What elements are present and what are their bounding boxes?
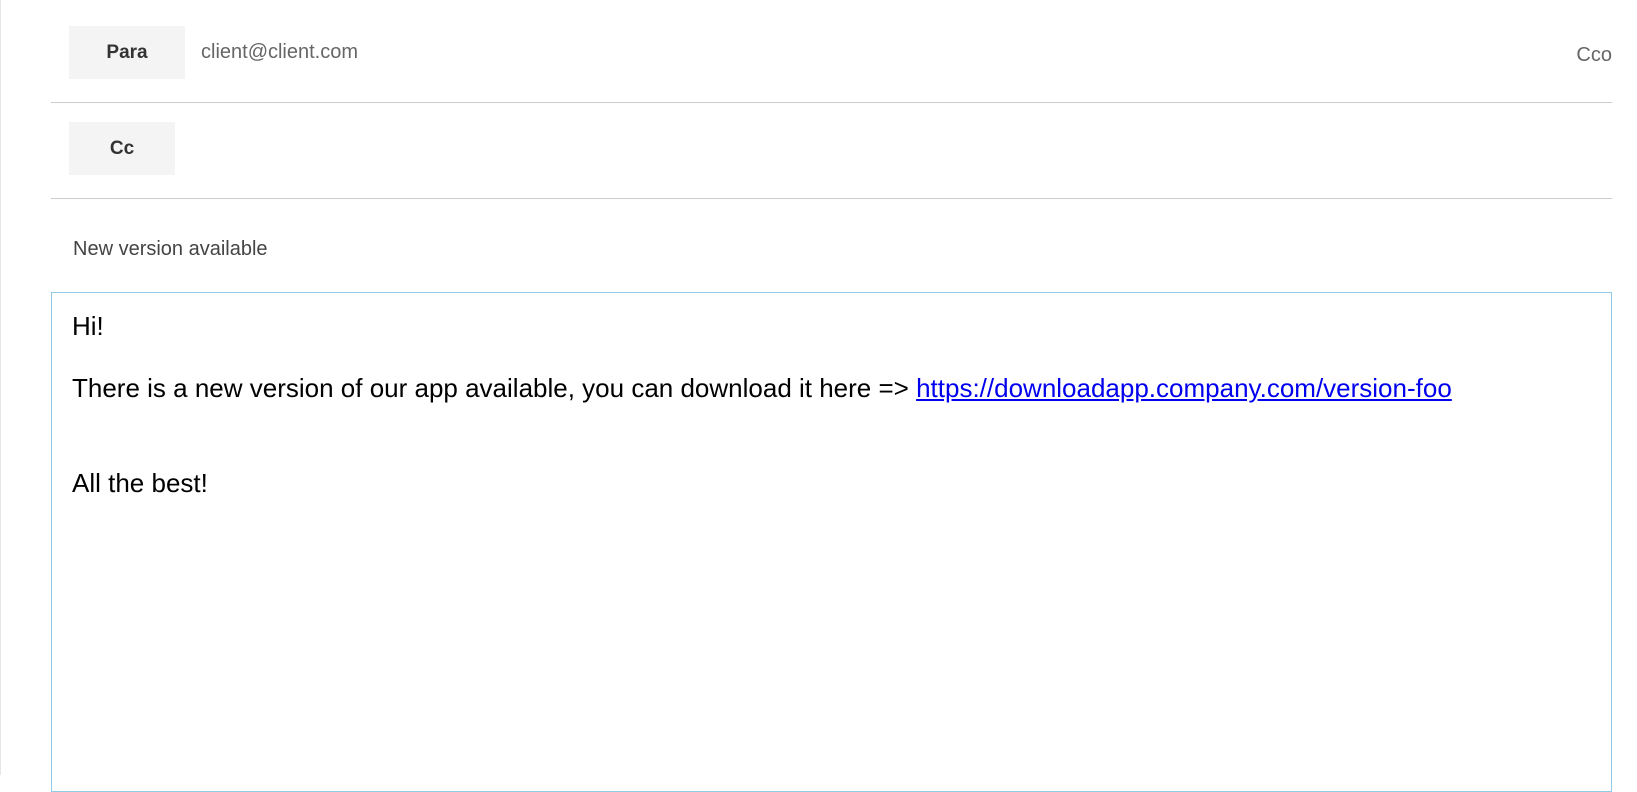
to-row: Para Cco [51, 0, 1612, 103]
body-message-text: There is a new version of our app availa… [72, 373, 917, 404]
body-greeting: Hi! [72, 311, 104, 341]
to-button[interactable]: Para [69, 26, 185, 79]
body-closing: All the best! [72, 468, 208, 499]
body-message-line: There is a new version of our app availa… [72, 373, 1591, 404]
window-left-edge [0, 0, 1, 775]
subject-field[interactable] [73, 232, 1573, 266]
bcc-button[interactable]: Cco [1576, 44, 1612, 67]
message-body-editor[interactable]: Hi! There is a new version of our app av… [51, 292, 1612, 792]
cc-row: Cc [51, 103, 1612, 199]
cc-button[interactable]: Cc [69, 122, 175, 175]
cc-field[interactable] [191, 122, 1571, 175]
download-link[interactable]: https://downloadapp.company.com/version-… [916, 373, 1452, 403]
to-field[interactable] [201, 26, 1401, 79]
